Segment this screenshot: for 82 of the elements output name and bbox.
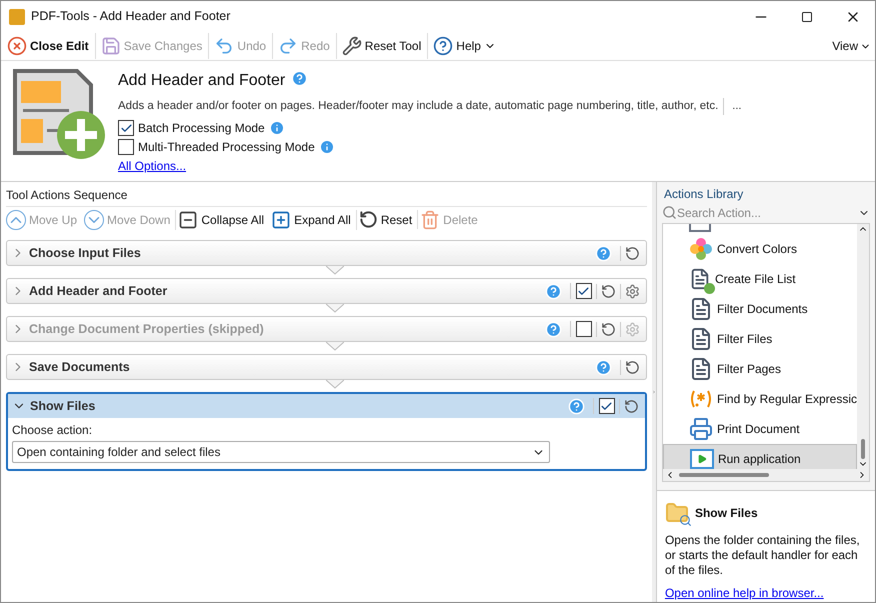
help-icon bbox=[544, 282, 562, 300]
library-item[interactable]: Create File List bbox=[662, 264, 857, 294]
info-icon bbox=[318, 139, 335, 156]
checkbox[interactable] bbox=[576, 283, 592, 299]
regex-icon bbox=[688, 388, 713, 408]
run-icon bbox=[690, 448, 714, 468]
tool-title: Add Header and Footer bbox=[118, 71, 286, 91]
section-title: Actions Library bbox=[662, 186, 744, 203]
action-title[interactable]: Choose Input Files bbox=[29, 244, 591, 262]
reset-icon bbox=[624, 246, 640, 260]
save-icon bbox=[100, 36, 121, 56]
action-title[interactable]: Save Documents bbox=[29, 358, 591, 376]
reset-icon bbox=[358, 210, 378, 229]
library-item[interactable]: Filter Pages bbox=[662, 354, 857, 384]
wrench-icon bbox=[342, 36, 362, 56]
library-item[interactable]: Find by Regular Expressic bbox=[662, 384, 857, 414]
help-icon bbox=[594, 358, 612, 376]
check-icon bbox=[600, 400, 614, 412]
close-icon bbox=[7, 36, 27, 56]
sequence-toolbar-button[interactable]: Expand All bbox=[271, 210, 357, 230]
sequence-toolbar-button[interactable]: Collapse All bbox=[178, 210, 270, 230]
library-item[interactable]: Filter Documents bbox=[662, 294, 857, 324]
all-options-link[interactable]: All Options... bbox=[118, 157, 742, 176]
connector-arrow bbox=[326, 266, 344, 275]
settings-icon bbox=[624, 322, 640, 336]
help-icon bbox=[433, 36, 454, 56]
library-item[interactable]: Convert Colors bbox=[662, 234, 857, 264]
action-title[interactable]: Add Header and Footer bbox=[29, 282, 541, 300]
reset-icon bbox=[600, 284, 616, 298]
info-icon bbox=[268, 120, 285, 136]
checkbox[interactable] bbox=[598, 398, 615, 414]
help-icon bbox=[544, 320, 562, 338]
library-item[interactable]: Filter Files bbox=[662, 324, 857, 354]
vertical-scrollbar[interactable] bbox=[857, 224, 869, 469]
collapse-icon bbox=[178, 210, 198, 230]
check-icon bbox=[577, 284, 590, 298]
flower-icon bbox=[688, 236, 713, 260]
printer-icon bbox=[688, 416, 713, 440]
connector-arrow bbox=[326, 304, 344, 313]
search-icon bbox=[662, 205, 677, 220]
down-icon bbox=[84, 210, 104, 230]
online-help-link[interactable]: Open online help in browser... bbox=[664, 584, 867, 602]
toolbar-button[interactable]: Help bbox=[427, 33, 498, 59]
redo-icon bbox=[278, 36, 298, 56]
undo-icon bbox=[214, 36, 234, 56]
library-item[interactable]: Print Document bbox=[662, 414, 857, 444]
action-dropdown[interactable]: Open containing folder and select files bbox=[12, 441, 550, 463]
tool-description: Adds a header and/or footer on pages. Header/footer may include a date, automatic page numbering, title, author, etc. bbox=[118, 98, 724, 116]
reset-icon bbox=[624, 360, 640, 374]
field-label: Choose action: bbox=[12, 422, 94, 439]
reset-icon bbox=[624, 398, 639, 414]
connector-arrow bbox=[326, 342, 344, 351]
toolbar-button[interactable]: Close Edit bbox=[5, 33, 91, 59]
sequence-toolbar-button[interactable]: Reset bbox=[358, 210, 418, 229]
help-icon bbox=[594, 244, 612, 262]
maximize-icon[interactable] bbox=[801, 10, 813, 22]
settings-icon bbox=[624, 284, 640, 298]
expand-icon bbox=[271, 210, 292, 230]
document-icon bbox=[688, 224, 711, 232]
info-description: Opens the folder containing the files, or starts the default handler for each of the files. bbox=[664, 533, 861, 578]
view-menu[interactable]: View bbox=[832, 37, 871, 55]
help-icon bbox=[568, 398, 585, 414]
app-icon bbox=[9, 8, 25, 24]
search-field[interactable]: Search Action... bbox=[676, 204, 858, 222]
checkbox[interactable] bbox=[118, 120, 134, 136]
info-title: Show Files bbox=[694, 505, 758, 522]
option-label[interactable]: Multi-Threaded Processing Mode bbox=[138, 138, 315, 156]
reset-icon bbox=[600, 322, 616, 336]
connector-arrow bbox=[326, 380, 344, 389]
help-icon bbox=[291, 70, 308, 86]
horizontal-scrollbar[interactable] bbox=[662, 469, 869, 481]
library-item[interactable]: Run application bbox=[662, 444, 857, 469]
trash-icon bbox=[420, 210, 440, 230]
more-button[interactable]: ... bbox=[732, 98, 742, 115]
window-title: PDF-Tools - Add Header and Footer bbox=[31, 8, 232, 26]
section-title: Tool Actions Sequence bbox=[6, 187, 128, 204]
check-icon bbox=[120, 122, 132, 135]
folder-search-icon bbox=[664, 501, 689, 525]
toolbar-button[interactable]: Reset Tool bbox=[336, 33, 424, 59]
up-icon bbox=[6, 210, 26, 230]
checkbox[interactable] bbox=[118, 139, 134, 156]
option-label[interactable]: Batch Processing Mode bbox=[138, 119, 265, 138]
